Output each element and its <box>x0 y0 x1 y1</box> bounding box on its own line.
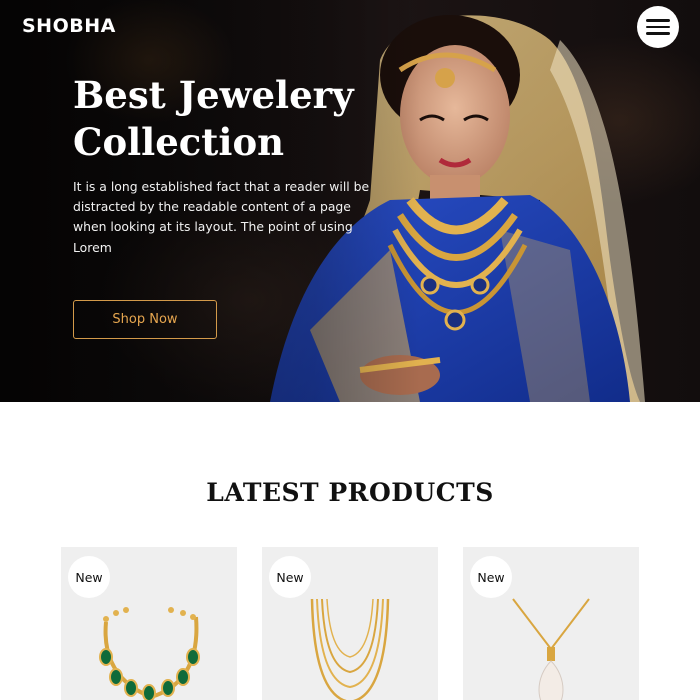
menu-line <box>646 25 670 29</box>
menu-line <box>646 19 670 22</box>
hero-description: It is a long established fact that a rea… <box>73 179 370 255</box>
gold-layered-necklace-image <box>310 598 390 700</box>
product-card[interactable]: New <box>262 547 438 700</box>
hamburger-menu-icon[interactable] <box>637 6 679 48</box>
shop-now-button[interactable]: Shop Now <box>73 300 217 339</box>
pearl-pendant-necklace-image <box>512 598 590 700</box>
latest-products-heading: LATEST PRODUCTS <box>206 478 494 507</box>
product-card[interactable]: New <box>61 547 237 700</box>
brand-logo[interactable]: SHOBHA <box>22 15 116 37</box>
menu-line <box>646 32 670 35</box>
product-card[interactable]: New <box>463 547 639 700</box>
hero-banner: SHOBHA Best Jewelery Collection It is a … <box>0 0 700 402</box>
hero-title: Best Jewelery Collection <box>73 73 354 164</box>
emerald-bracelet-image <box>99 607 200 700</box>
